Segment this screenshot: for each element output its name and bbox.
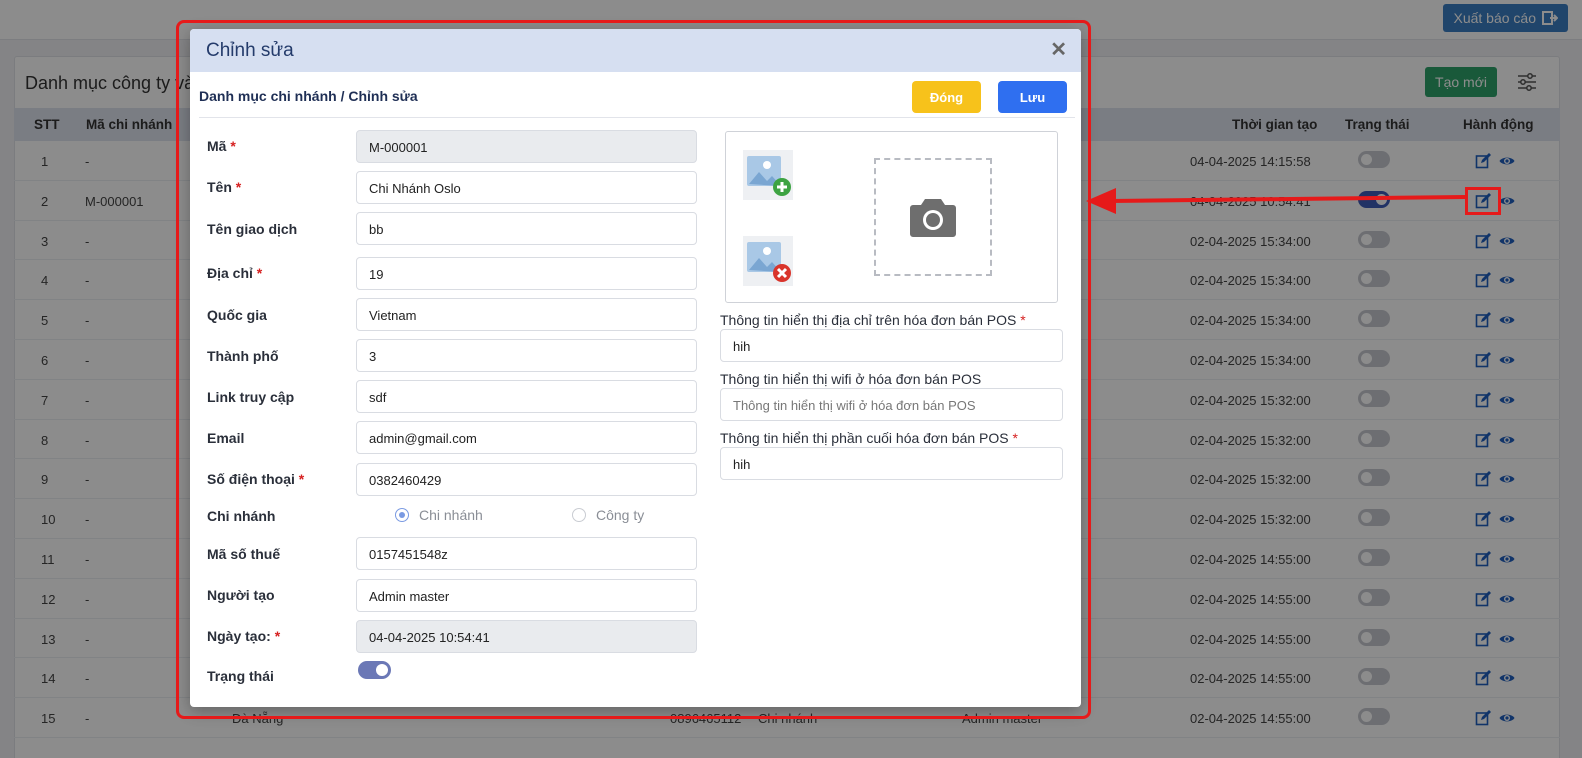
annotation-highlight-edit-button	[1465, 187, 1501, 215]
annotation-highlight-modal	[176, 20, 1091, 719]
annotation-arrow	[1086, 188, 1466, 214]
